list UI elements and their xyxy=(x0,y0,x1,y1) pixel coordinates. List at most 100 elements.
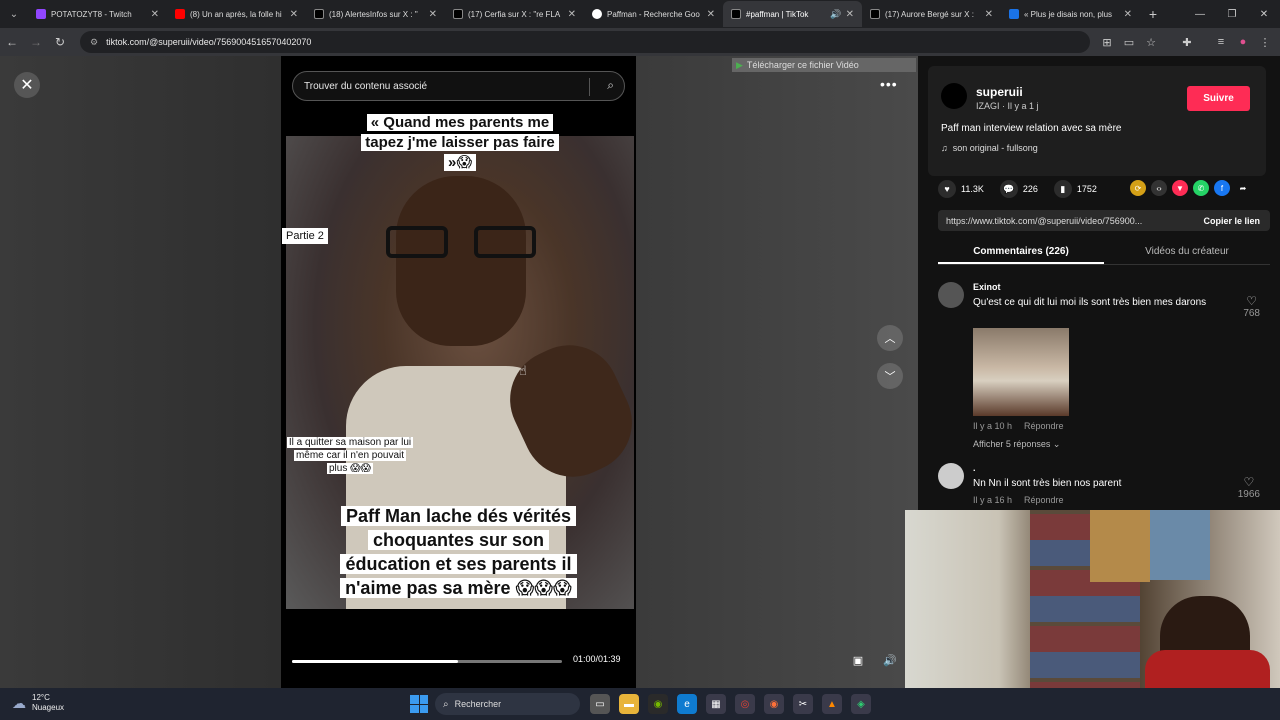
comment-stat[interactable]: 💬 226 xyxy=(999,180,1038,198)
caption-top: « Quand mes parents me tapez j'me laisse… xyxy=(355,111,565,175)
reply-button[interactable]: Répondre xyxy=(1024,495,1064,505)
comment-username[interactable]: Exinot xyxy=(973,282,1001,292)
tab-x-cerfia[interactable]: (17) Cerfia sur X : "re FLA ✕ xyxy=(445,1,584,27)
video-link[interactable]: https://www.tiktok.com/@superuii/video/7… xyxy=(938,216,1193,226)
volume-icon[interactable]: 🔊 xyxy=(879,649,901,671)
comment-count: 226 xyxy=(1022,184,1038,194)
tab-x-aurore[interactable]: (17) Aurore Bergé sur X : ✕ xyxy=(862,1,1001,27)
close-tab-icon[interactable]: ✕ xyxy=(290,9,298,20)
embed-icon[interactable]: ‹› xyxy=(1151,180,1167,196)
close-tab-icon[interactable]: ✕ xyxy=(985,9,993,20)
cast-icon[interactable]: ▭ xyxy=(1118,36,1140,49)
weather-widget[interactable]: ☁ 12°C Nuageux xyxy=(12,693,64,713)
avatar[interactable] xyxy=(941,83,967,109)
forward-icon[interactable]: → xyxy=(24,35,48,49)
close-tab-icon[interactable]: ✕ xyxy=(846,9,854,20)
comment-username[interactable]: . xyxy=(973,463,976,473)
vlc-icon[interactable]: ▲ xyxy=(822,694,842,714)
tab-x-alertes[interactable]: (18) AlertesInfos sur X : " ✕ xyxy=(306,1,445,27)
search-icon[interactable]: ⌕ xyxy=(607,78,614,93)
close-tab-icon[interactable]: ✕ xyxy=(1124,9,1132,20)
username[interactable]: superuii xyxy=(976,85,1023,99)
pip-icon[interactable]: ▣ xyxy=(847,649,869,671)
minimize-icon[interactable]: — xyxy=(1184,0,1216,28)
store-icon[interactable]: ▦ xyxy=(706,694,726,714)
tab-title: (17) Aurore Bergé sur X : xyxy=(885,9,974,19)
maximize-icon[interactable]: ❐ xyxy=(1216,0,1248,28)
reply-button[interactable]: Répondre xyxy=(1024,421,1064,431)
site-info-icon[interactable]: ⚙ xyxy=(90,37,98,48)
heart-icon: ♥ xyxy=(938,180,956,198)
nvidia-icon[interactable]: ◉ xyxy=(648,694,668,714)
like-stat[interactable]: ♥ 11.3K xyxy=(938,180,984,198)
close-video-button[interactable]: ✕ xyxy=(14,72,40,98)
comment-icon: 💬 xyxy=(999,180,1018,198)
tab-title: #paffman | TikTok xyxy=(746,9,809,19)
search-placeholder: Trouver du contenu associé xyxy=(304,80,428,92)
back-icon[interactable]: ← xyxy=(0,35,24,49)
avatar[interactable] xyxy=(938,463,964,489)
close-tab-icon[interactable]: ✕ xyxy=(429,9,437,20)
copy-link-button[interactable]: Copier le lien xyxy=(1193,216,1270,226)
comment-like[interactable]: ♡ 768 xyxy=(1243,294,1260,319)
whatsapp-icon[interactable]: ✆ xyxy=(1193,180,1209,196)
engagement-stats: ♥ 11.3K 💬 226 ▮ 1752 xyxy=(938,180,1113,198)
speaker-icon[interactable]: 🔊 xyxy=(830,9,841,20)
reload-icon[interactable]: ↻ xyxy=(48,35,72,49)
taskbar-search[interactable]: ⌕ Rechercher xyxy=(435,693,580,715)
repost-icon[interactable]: ⟳ xyxy=(1130,180,1146,196)
tab-comments[interactable]: Commentaires (226) xyxy=(938,241,1104,264)
tab-twitch[interactable]: POTATOZYT8 - Twitch ✕ xyxy=(28,1,167,27)
comment-like[interactable]: ♡ 1966 xyxy=(1238,475,1260,500)
send-icon[interactable]: ▼ xyxy=(1172,180,1188,196)
close-window-icon[interactable]: ✕ xyxy=(1248,0,1280,28)
tab-search-menu-icon[interactable]: ⌄ xyxy=(0,0,28,28)
share-icons: ⟳ ‹› ▼ ✆ f ➦ xyxy=(1130,180,1256,196)
follow-button[interactable]: Suivre xyxy=(1187,86,1250,111)
video-progress-bar[interactable] xyxy=(292,660,562,663)
more-options-icon[interactable]: ••• xyxy=(880,76,898,92)
browser-menu-icon[interactable]: ⋮ xyxy=(1254,36,1276,49)
windows-start-icon[interactable] xyxy=(410,695,428,713)
url-field[interactable]: ⚙ tiktok.com/@superuii/video/75690045165… xyxy=(80,31,1090,53)
task-view-icon[interactable]: ▭ xyxy=(590,694,610,714)
x-icon xyxy=(870,9,880,19)
download-video-bar[interactable]: ▶ Télécharger ce fichier Vidéo xyxy=(732,58,916,72)
app-icon[interactable]: ◈ xyxy=(851,694,871,714)
profile-avatar-icon[interactable]: ● xyxy=(1232,36,1254,48)
tab-tiktok[interactable]: #paffman | TikTok 🔊 ✕ xyxy=(723,1,862,27)
chrome-icon[interactable]: ◎ xyxy=(735,694,755,714)
tab-article[interactable]: « Plus je disais non, plus ✕ xyxy=(1001,1,1140,27)
extensions-icon[interactable]: ✚ xyxy=(1176,36,1198,49)
close-tab-icon[interactable]: ✕ xyxy=(707,9,715,20)
media-controls-icon[interactable]: ≡ xyxy=(1210,36,1232,48)
tab-youtube[interactable]: (8) Un an après, la folle hi ✕ xyxy=(167,1,306,27)
firefox-icon[interactable]: ◉ xyxy=(764,694,784,714)
bookmark-star-icon[interactable]: ☆ xyxy=(1140,36,1162,49)
file-explorer-icon[interactable]: ▬ xyxy=(619,694,639,714)
weather-condition: Nuageux xyxy=(32,703,65,712)
close-tab-icon[interactable]: ✕ xyxy=(568,9,576,20)
comment-image[interactable] xyxy=(973,328,1069,416)
author-card: superuii IZAGI · Il y a 1 j Suivre Paff … xyxy=(928,66,1266,176)
new-tab-button[interactable]: + xyxy=(1140,6,1166,22)
previous-video-button[interactable]: ︿ xyxy=(877,325,903,351)
related-content-search[interactable]: Trouver du contenu associé ⌕ xyxy=(292,71,625,101)
next-video-button[interactable]: ﹀ xyxy=(877,363,903,389)
capcut-icon[interactable]: ✂ xyxy=(793,694,813,714)
facebook-icon[interactable]: f xyxy=(1214,180,1230,196)
translate-icon[interactable]: ⊞ xyxy=(1096,36,1118,49)
save-stat[interactable]: ▮ 1752 xyxy=(1053,180,1097,198)
video-stage: ✕ Trouver du contenu associé ⌕ « Quand m… xyxy=(0,56,918,688)
share-arrow-icon[interactable]: ➦ xyxy=(1235,180,1251,196)
google-icon xyxy=(592,9,602,19)
music-link[interactable]: ♫ son original - fullsong xyxy=(941,143,1038,153)
close-tab-icon[interactable]: ✕ xyxy=(151,9,159,20)
video-player[interactable]: Trouver du contenu associé ⌕ « Quand mes… xyxy=(281,56,649,688)
tab-creator-videos[interactable]: Vidéos du créateur xyxy=(1104,241,1270,264)
panel-tabs: Commentaires (226) Vidéos du créateur xyxy=(938,241,1270,265)
avatar[interactable] xyxy=(938,282,964,308)
show-replies-button[interactable]: Afficher 5 réponses ⌄ xyxy=(973,439,1060,450)
edge-icon[interactable]: e xyxy=(677,694,697,714)
tab-google[interactable]: Paffman - Recherche Goo ✕ xyxy=(584,1,723,27)
